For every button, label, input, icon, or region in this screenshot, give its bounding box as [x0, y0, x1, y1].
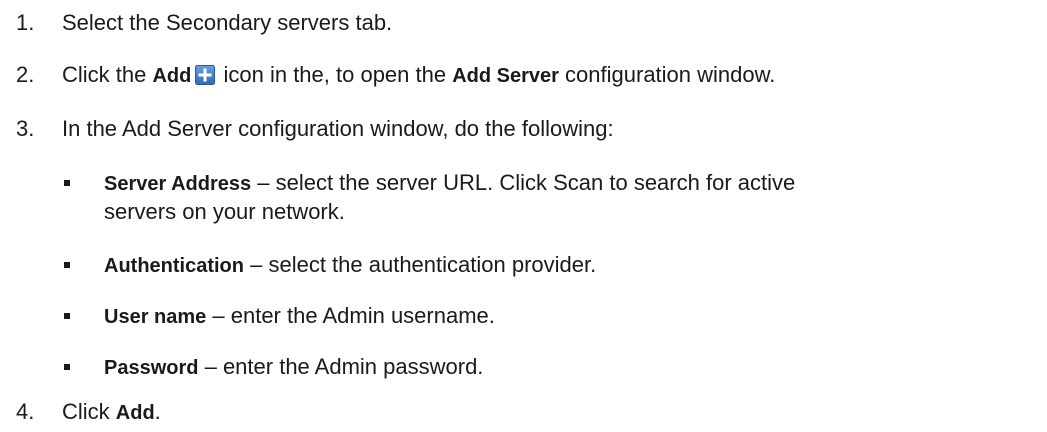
- step-text: Click Add.: [62, 398, 161, 427]
- step-text: Select the Secondary servers tab.: [62, 10, 393, 35]
- square-bullet-icon: [64, 262, 70, 268]
- step-text: In the Add Server configuration window, …: [62, 116, 614, 141]
- step-text-part: Click: [62, 399, 116, 424]
- step-text: Click the Add icon in the, to open the A…: [62, 61, 775, 90]
- add-plus-icon: [195, 65, 216, 85]
- step-text-part: configuration window.: [558, 62, 776, 87]
- square-bullet-icon: [64, 364, 70, 370]
- bullet-text: User name – enter the Admin username.: [104, 302, 495, 331]
- bullet-desc: servers on your network.: [104, 199, 345, 224]
- bullet-desc: – select the authentication provider.: [244, 252, 597, 277]
- bullet-desc: – select the server URL. Click Scan to s…: [251, 170, 796, 195]
- step-text-part: Click the: [62, 62, 153, 87]
- step-text-part: .: [154, 399, 161, 424]
- add-term: Add: [152, 65, 192, 87]
- step-number: 2.: [16, 62, 35, 87]
- step-number: 4.: [16, 399, 35, 424]
- bullet-desc: – enter the Admin password.: [198, 354, 484, 379]
- bullet-term: Authentication: [104, 255, 244, 277]
- step-number: 1.: [16, 10, 35, 35]
- bullet-desc: – enter the Admin username.: [206, 303, 495, 328]
- bullet-text: Authentication – select the authenticati…: [104, 251, 596, 280]
- bullet-term: User name: [104, 306, 207, 328]
- bullet-text: Server Address – select the server URL. …: [104, 169, 795, 198]
- bullet-term: Server Address: [104, 173, 252, 195]
- step-text-part: icon in the, to open the: [217, 62, 453, 87]
- bullet-term: Password: [104, 357, 199, 379]
- square-bullet-icon: [64, 180, 70, 186]
- add-term: Add: [115, 402, 155, 424]
- square-bullet-icon: [64, 313, 70, 319]
- add-server-term: Add Server: [452, 65, 559, 87]
- bullet-text: Password – enter the Admin password.: [104, 353, 483, 382]
- step-number: 3.: [16, 116, 35, 141]
